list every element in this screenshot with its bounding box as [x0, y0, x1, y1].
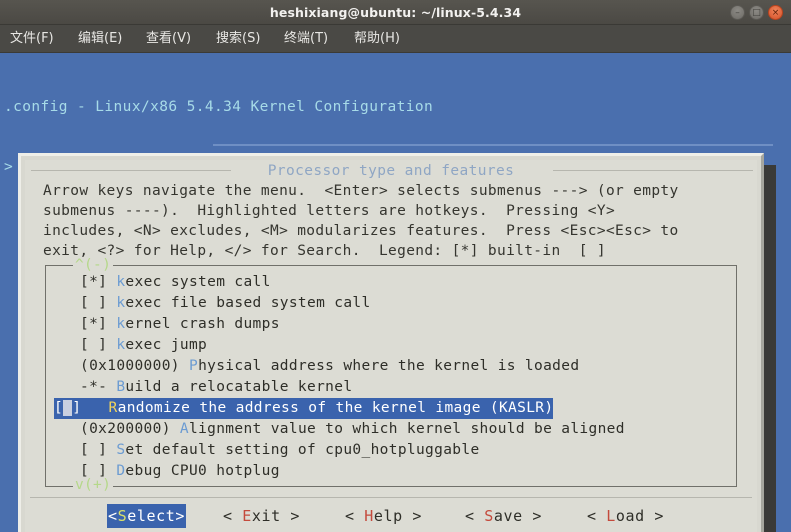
button-label: oad >	[615, 507, 665, 525]
menuconfig-dialog: Processor type and features Arrow keys n…	[18, 153, 764, 532]
load-button[interactable]: < Load >	[587, 504, 664, 528]
menu-item-1[interactable]: 编辑(E)	[72, 25, 128, 53]
menu-item-row[interactable]: -*- Build a relocatable kernel	[54, 377, 730, 398]
dialog-inner-panel: Processor type and features Arrow keys n…	[25, 160, 757, 532]
item-label: lignment value to which kernel should be…	[188, 421, 625, 437]
button-label: elp >	[373, 507, 423, 525]
scroll-up-indicator[interactable]: ^(-)	[73, 258, 114, 272]
window-title: heshixiang@ubuntu: ~/linux-5.4.34	[269, 5, 522, 20]
menubar: 文件(F) 编辑(E) 查看(V) 搜索(S) 终端(T) 帮助(H)	[0, 25, 791, 53]
terminal-window: heshixiang@ubuntu: ~/linux-5.4.34 – □ × …	[0, 0, 791, 532]
scroll-down-indicator[interactable]: v(+)	[73, 478, 114, 492]
button-prefix: <	[108, 507, 118, 525]
menu-item-4[interactable]: 终端(T)	[278, 25, 334, 53]
dialog-button-bar: <Select> < Exit > < Help > < Save > < Load >	[25, 504, 757, 532]
item-label: uild a relocatable kernel	[125, 379, 353, 395]
menu-list-box[interactable]: [*] kexec system call[ ] kexec file base…	[45, 265, 737, 487]
kernel-config-title: .config - Linux/x86 5.4.34 Kernel Config…	[4, 99, 434, 115]
menu-item-3[interactable]: 搜索(S)	[210, 25, 266, 53]
item-marker: (0x200000)	[80, 421, 180, 437]
menu-item-2[interactable]: 查看(V)	[140, 25, 197, 53]
menu-item-0[interactable]: 文件(F)	[4, 25, 60, 53]
item-marker: [ ]	[80, 442, 117, 458]
item-hotkey: R	[108, 400, 118, 416]
button-prefix: <	[587, 507, 607, 525]
close-icon: ×	[771, 8, 780, 18]
menu-item-row[interactable]: [ ] Debug CPU0 hotplug	[54, 461, 730, 482]
maximize-button[interactable]: □	[749, 5, 764, 20]
menu-item-row[interactable]: (0x1000000) Physical address where the k…	[54, 356, 730, 377]
dialog-help-text: Arrow keys navigate the menu. <Enter> se…	[43, 183, 679, 259]
item-marker: [*]	[80, 274, 117, 290]
close-button[interactable]: ×	[768, 5, 783, 20]
button-hotkey: H	[364, 507, 374, 525]
minimize-icon: –	[735, 8, 740, 18]
dialog-title: Processor type and features	[267, 163, 515, 179]
item-label: hysical address where the kernel is load…	[198, 358, 580, 374]
button-label: ave >	[493, 507, 543, 525]
button-prefix: <	[345, 507, 365, 525]
button-hotkey: S	[484, 507, 494, 525]
item-label: ebug CPU0 hotplug	[125, 463, 280, 479]
save-button[interactable]: < Save >	[465, 504, 542, 528]
select-button[interactable]: <Select>	[107, 504, 187, 528]
button-hotkey: E	[242, 507, 252, 525]
button-bar-separator	[30, 497, 752, 498]
item-marker: [ ]	[80, 295, 117, 311]
item-label: exec jump	[125, 337, 208, 353]
item-label: andomize the address of the kernel image…	[117, 400, 554, 416]
menu-item-selected[interactable]: [ ] Randomize the address of the kernel …	[54, 398, 730, 419]
menu-item-5[interactable]: 帮助(H)	[348, 25, 406, 53]
button-label: elect>	[127, 507, 186, 525]
minimize-button[interactable]: –	[730, 5, 745, 20]
cursor-block	[63, 400, 73, 416]
window-titlebar: heshixiang@ubuntu: ~/linux-5.4.34 – □ ×	[0, 0, 791, 25]
checkbox-open-bracket: [	[54, 400, 64, 416]
menu-item-row[interactable]: [*] kexec system call	[54, 272, 730, 293]
help-button[interactable]: < Help >	[345, 504, 422, 528]
item-marker: [ ]	[80, 337, 117, 353]
maximize-icon: □	[752, 8, 761, 18]
item-hotkey: P	[188, 358, 199, 374]
menu-item-row[interactable]: (0x200000) Alignment value to which kern…	[54, 419, 730, 440]
item-marker: (0x1000000)	[80, 358, 189, 374]
item-label: exec file based system call	[125, 295, 371, 311]
terminal-screen[interactable]: .config - Linux/x86 5.4.34 Kernel Config…	[0, 53, 791, 532]
item-hotkey: A	[179, 421, 189, 437]
breadcrumb-rule	[213, 144, 773, 146]
selection-highlight: [ ] Randomize the address of the kernel …	[54, 398, 554, 419]
checkbox-close-bracket: ]	[72, 400, 109, 416]
button-prefix: <	[223, 507, 243, 525]
item-label: exec system call	[125, 274, 271, 290]
menu-item-row[interactable]: [ ] kexec jump	[54, 335, 730, 356]
menu-item-row[interactable]: [*] kernel crash dumps	[54, 314, 730, 335]
exit-button[interactable]: < Exit >	[223, 504, 300, 528]
button-prefix: <	[465, 507, 485, 525]
menu-list: [*] kexec system call[ ] kexec file base…	[54, 272, 730, 482]
button-hotkey: S	[117, 507, 128, 525]
button-hotkey: L	[606, 507, 616, 525]
menu-item-row[interactable]: [ ] kexec file based system call	[54, 293, 730, 314]
item-marker: [*]	[80, 316, 117, 332]
item-label: et default setting of cpu0_hotpluggable	[125, 442, 480, 458]
button-label: xit >	[251, 507, 301, 525]
item-label: ernel crash dumps	[125, 316, 280, 332]
item-marker: -*-	[80, 379, 117, 395]
menu-item-row[interactable]: [ ] Set default setting of cpu0_hotplugg…	[54, 440, 730, 461]
